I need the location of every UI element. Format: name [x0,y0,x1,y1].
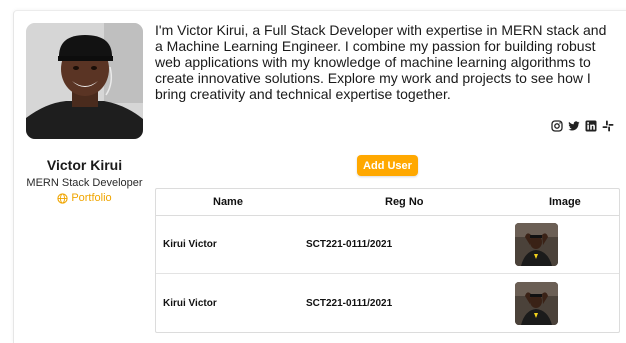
column-header-reg-no: Reg No [385,196,424,208]
portfolio-label: Portfolio [71,192,112,204]
table-row: Kirui Victor SCT221-0111/2021 [156,275,619,333]
column-header-image: Image [549,196,581,208]
profile-name: Victor Kirui [46,157,123,173]
cell-name: Kirui Victor [163,239,217,250]
cell-reg-no: SCT221-0111/2021 [306,239,393,250]
twitter-icon[interactable] [568,120,580,132]
profile-role: MERN Stack Developer [26,177,143,189]
user-thumbnail [515,223,558,266]
social-links [551,120,614,132]
profile-photo [26,23,143,139]
add-user-button[interactable]: Add User [357,155,418,176]
slack-icon[interactable] [602,120,614,132]
linkedin-icon[interactable] [585,120,597,132]
table-row: Kirui Victor SCT221-0111/2021 [156,216,619,274]
instagram-icon[interactable] [551,120,563,132]
globe-icon [57,192,68,204]
user-thumbnail [515,282,558,325]
cell-name: Kirui Victor [163,298,217,309]
column-header-name: Name [213,196,243,208]
profile-bio: I'm Victor Kirui, a Full Stack Developer… [155,22,607,102]
users-table: Name Reg No Image Kirui Victor SCT221-01… [155,188,620,333]
portfolio-link[interactable]: Portfolio [14,192,155,204]
cell-reg-no: SCT221-0111/2021 [306,298,393,309]
table-header: Name Reg No Image [156,189,619,216]
